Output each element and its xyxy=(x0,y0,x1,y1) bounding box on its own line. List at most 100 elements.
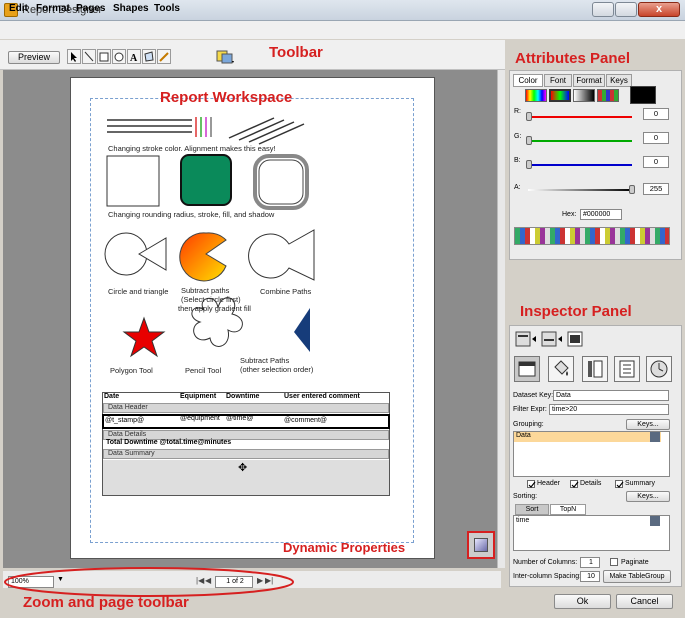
details-checkbox-label: Details xyxy=(580,480,602,487)
a-label: A: xyxy=(514,184,521,191)
r-value[interactable]: 0 xyxy=(643,108,669,120)
header-checkbox[interactable] xyxy=(527,480,536,488)
vertical-scrollbar[interactable] xyxy=(497,70,505,568)
dynamic-properties-icon xyxy=(474,538,488,552)
dynamic-properties-annotation: Dynamic Properties xyxy=(283,540,406,555)
preview-button[interactable]: Preview xyxy=(8,51,60,64)
sorting-keys-button[interactable]: Keys... xyxy=(626,491,670,502)
r-slider-thumb[interactable] xyxy=(526,112,532,121)
polygon-tool-icon[interactable] xyxy=(142,49,156,64)
cell-equipment: @equipment xyxy=(180,415,220,422)
caption-pencil: Pencil Tool xyxy=(185,366,222,375)
summary-checkbox[interactable] xyxy=(615,480,624,488)
palette-icon[interactable] xyxy=(597,89,619,102)
menu-edit[interactable]: Edit xyxy=(9,3,28,14)
cell-time: @time@ xyxy=(226,415,254,422)
g-slider-thumb[interactable] xyxy=(526,136,532,145)
columns-label: Number of Columns: xyxy=(513,559,578,566)
r-label: R: xyxy=(514,108,521,115)
spacing-label: Inter-column Spacing: xyxy=(513,573,582,580)
b-label: B: xyxy=(514,157,521,164)
caption-polygon: Polygon Tool xyxy=(110,366,153,375)
ok-button[interactable]: Ok xyxy=(554,594,611,609)
a-slider-thumb[interactable] xyxy=(629,185,635,194)
tab-color[interactable]: Color xyxy=(513,74,543,87)
close-button[interactable]: x xyxy=(638,2,680,17)
gradient-icon[interactable] xyxy=(573,89,595,102)
g-slider[interactable] xyxy=(528,140,632,142)
text-tool-icon[interactable]: A xyxy=(127,49,141,64)
grouping-item-icon[interactable] xyxy=(650,432,660,442)
dynamic-properties-button[interactable] xyxy=(467,531,495,559)
grouping-item[interactable]: Data xyxy=(514,432,661,442)
zoom-annotation: Zoom and page toolbar xyxy=(23,594,189,611)
pointer-tool-icon[interactable] xyxy=(67,49,81,64)
line-tool-icon[interactable] xyxy=(82,49,96,64)
menu-tools[interactable]: Tools xyxy=(154,3,180,14)
dataset-key-label: Dataset Key: xyxy=(513,392,554,399)
ellipse-tool-icon[interactable] xyxy=(112,49,126,64)
dataset-key-field[interactable]: Data xyxy=(553,390,669,401)
sort-item[interactable]: time xyxy=(516,517,529,524)
a-value[interactable]: 255 xyxy=(643,183,669,195)
caption-subtract-other-1: Subtract Paths xyxy=(240,356,290,365)
fill-bucket-icon[interactable] xyxy=(548,356,574,382)
caption-combine: Combine Paths xyxy=(260,287,312,296)
b-value[interactable]: 0 xyxy=(643,156,669,168)
hex-field[interactable]: #000000 xyxy=(580,209,622,220)
details-checkbox[interactable] xyxy=(570,480,579,488)
cell-timestamp: @t_stamp@ xyxy=(105,417,145,424)
color-wheel-icon[interactable] xyxy=(525,89,547,102)
rectangle-tool-icon[interactable] xyxy=(97,49,111,64)
cancel-button[interactable]: Cancel xyxy=(616,594,673,609)
sort-item-icon[interactable] xyxy=(650,516,660,526)
columns-icon[interactable] xyxy=(582,356,608,382)
sorting-list[interactable] xyxy=(513,515,670,551)
a-slider[interactable] xyxy=(528,189,632,191)
paginate-checkbox[interactable] xyxy=(610,558,618,566)
columns-field[interactable]: 1 xyxy=(580,557,600,568)
b-slider[interactable] xyxy=(528,164,632,166)
current-color-swatch[interactable] xyxy=(630,86,656,104)
table-properties-icon[interactable] xyxy=(514,356,540,382)
caption-subtract-2: (Select circle first) xyxy=(181,295,241,304)
move-cursor-icon: ✥ xyxy=(238,462,248,474)
filter-field[interactable]: time>20 xyxy=(549,404,669,415)
caption-subtract-3: then apply gradient fill xyxy=(178,304,251,313)
menu-shapes[interactable]: Shapes xyxy=(113,3,149,14)
menu-pages[interactable]: Pages xyxy=(76,3,105,14)
pencil-tool-icon[interactable] xyxy=(157,49,171,64)
svg-text:A: A xyxy=(130,53,138,63)
data-header-band[interactable]: Data Header xyxy=(103,403,389,413)
maximize-button[interactable] xyxy=(615,2,637,17)
menu-bar xyxy=(0,21,685,39)
cell-comment: @comment@ xyxy=(284,417,327,424)
caption-circle: Circle and triangle xyxy=(108,287,169,296)
grouping-keys-button[interactable]: Keys... xyxy=(626,419,670,430)
recent-colors-palette[interactable] xyxy=(514,227,670,245)
col-header-equipment: Equipment xyxy=(180,393,217,400)
col-header-downtime: Downtime xyxy=(226,393,260,400)
b-slider-thumb[interactable] xyxy=(526,160,532,169)
list-icon[interactable] xyxy=(614,356,640,382)
clock-icon[interactable] xyxy=(646,356,672,382)
col-header-comment: User entered comment xyxy=(284,393,360,400)
toolbar-annotation: Toolbar xyxy=(269,44,323,61)
tab-format[interactable]: Format xyxy=(573,74,605,87)
menu-format[interactable]: Format xyxy=(36,3,70,14)
tab-font[interactable]: Font xyxy=(544,74,572,87)
data-summary-band[interactable]: Data Summary xyxy=(103,449,389,459)
inspector-breadcrumb[interactable] xyxy=(514,330,592,348)
minimize-button[interactable] xyxy=(592,2,614,17)
tab-topn[interactable]: TopN xyxy=(550,504,586,515)
g-value[interactable]: 0 xyxy=(643,132,669,144)
color-sliders-icon[interactable] xyxy=(549,89,571,102)
make-tablegroup-button[interactable]: Make TableGroup xyxy=(603,570,671,583)
filter-label: Filter Expr: xyxy=(513,406,547,413)
tab-keys[interactable]: Keys xyxy=(606,74,632,87)
spacing-field[interactable]: 10 xyxy=(580,571,600,582)
r-slider[interactable] xyxy=(528,116,632,118)
tab-sort[interactable]: Sort xyxy=(515,504,549,515)
dataset-icon[interactable] xyxy=(216,49,236,65)
sorting-label: Sorting: xyxy=(513,493,538,500)
